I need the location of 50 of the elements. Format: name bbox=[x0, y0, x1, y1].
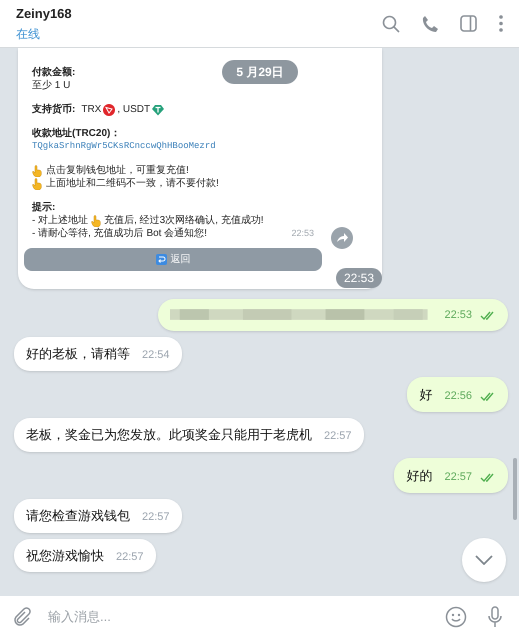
time-pill: 22:53 bbox=[336, 268, 382, 288]
back-button[interactable]: 返回 bbox=[24, 248, 322, 270]
message-time: 22:53 bbox=[444, 308, 472, 322]
paperclip-icon[interactable] bbox=[12, 606, 32, 626]
date-pill: 5 月29日 bbox=[222, 60, 298, 84]
address-label: 收款地址(TRC20)： bbox=[32, 127, 120, 140]
message-time: 22:57 bbox=[324, 429, 352, 444]
return-icon bbox=[156, 254, 166, 264]
tip-text: 点击复制钱包地址，可重复充值! bbox=[46, 164, 189, 177]
sidebar-toggle-icon[interactable] bbox=[460, 15, 477, 32]
coin-icon bbox=[103, 104, 116, 116]
message-text: 好 bbox=[419, 386, 432, 404]
contact-name: Zeiny168 bbox=[16, 4, 72, 23]
amount-label: 付款金额: bbox=[32, 66, 76, 79]
pointing-hand-icon bbox=[32, 178, 42, 190]
chevron-down-icon bbox=[475, 555, 493, 565]
message-time: 22:57 bbox=[142, 510, 170, 525]
message-time: 22:56 bbox=[444, 388, 472, 404]
contact-status: 在线 bbox=[16, 26, 41, 44]
currency-name: TRX bbox=[81, 103, 102, 116]
phone-icon[interactable] bbox=[422, 14, 438, 32]
message-input[interactable]: 输入消息... bbox=[48, 606, 445, 626]
note-text: - 请耐心等待, 充值成功后 Bot 会通知您! bbox=[32, 227, 208, 240]
microphone-icon[interactable] bbox=[487, 606, 503, 628]
tip-text: 上面地址和二维码不一致，请不要付款! bbox=[46, 177, 219, 190]
message-text: 好的 bbox=[406, 466, 432, 484]
forward-icon[interactable] bbox=[331, 227, 353, 249]
pointing-hand-icon bbox=[91, 214, 102, 226]
search-icon[interactable] bbox=[382, 14, 400, 32]
note-text: - 对上述地址 bbox=[32, 214, 88, 227]
message-time: 22:53 bbox=[291, 227, 314, 240]
notes-title: 提示: bbox=[32, 201, 56, 214]
currency-label: 支持货币: bbox=[32, 103, 76, 116]
message-time: 22:57 bbox=[116, 550, 144, 564]
wallet-address[interactable]: TQgkaSrhnRgWr5CKsRCnccwQhHBooMezrd bbox=[32, 140, 216, 153]
message-time: 22:54 bbox=[142, 348, 170, 363]
scrollbar bbox=[513, 458, 517, 520]
coin-icon bbox=[152, 104, 164, 116]
emoji-icon[interactable] bbox=[445, 606, 467, 628]
message-time: 22:57 bbox=[444, 470, 472, 484]
currency-name: , USDT bbox=[117, 103, 150, 116]
scroll-down-button[interactable] bbox=[462, 538, 506, 582]
message-text: 老板，奖金已为您发放。此项奖金只能用于老虎机 bbox=[26, 426, 312, 444]
more-icon[interactable] bbox=[499, 15, 503, 32]
message-text: 祝您游戏愉快 bbox=[26, 546, 104, 564]
note-text: 充值后, 经过3次网络确认, 充值成功! bbox=[104, 214, 264, 227]
message-text: 好的老板，请稍等 bbox=[26, 345, 130, 363]
amount-value: 至少 1 U bbox=[32, 79, 70, 92]
pointing-hand-icon bbox=[32, 164, 42, 176]
message-text: 请您检查游戏钱包 bbox=[26, 507, 130, 525]
